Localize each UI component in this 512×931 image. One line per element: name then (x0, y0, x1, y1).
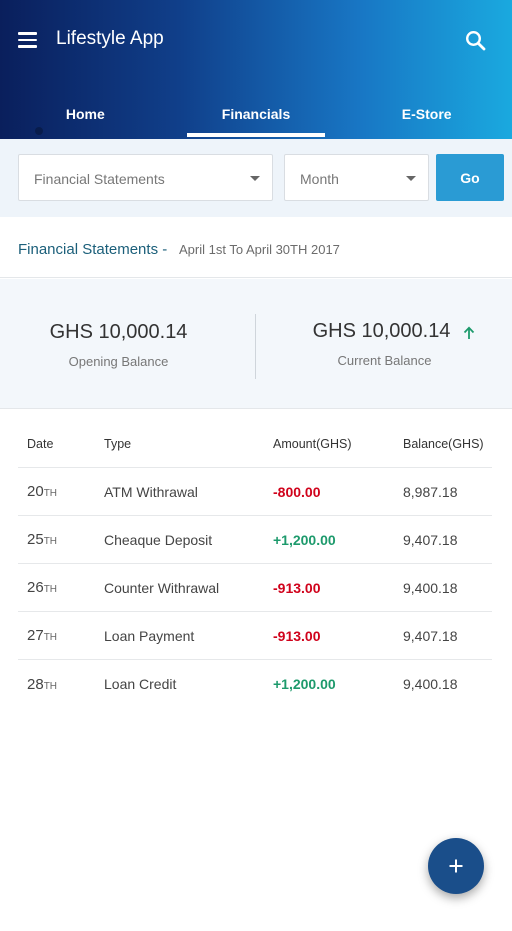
row-balance: 9,407.18 (403, 531, 458, 548)
table-row[interactable]: 20TH ATM Withrawal -800.00 8,987.18 (18, 468, 492, 516)
date-suffix: TH (43, 488, 58, 499)
date-suffix: TH (43, 584, 58, 595)
date-suffix: TH (43, 536, 58, 547)
table-row[interactable]: 25TH Cheaque Deposit +1,200.00 9,407.18 (18, 516, 492, 564)
date-day: 26 (27, 579, 44, 596)
row-date: 26TH (18, 579, 104, 596)
table-row[interactable]: 28TH Loan Credit +1,200.00 9,400.18 (18, 660, 492, 708)
date-day: 27 (27, 627, 44, 644)
date-day: 25 (27, 531, 44, 548)
balance-summary: GHS 10,000.14 Opening Balance GHS 10,000… (0, 279, 512, 409)
tab-estore[interactable]: E-Store (341, 88, 512, 139)
row-amount: +1,200.00 (273, 531, 336, 548)
arrow-up-icon (462, 324, 476, 340)
chevron-down-icon (250, 176, 260, 181)
transactions-table: Date Type Amount(GHS) Balance(GHS) 20TH … (18, 420, 492, 708)
tab-bar: Home Financials E-Store (0, 88, 512, 139)
search-icon[interactable] (462, 27, 490, 55)
add-button[interactable] (428, 838, 484, 894)
row-type: Counter Withrawal (104, 579, 220, 596)
row-date: 27TH (18, 627, 104, 644)
table-row[interactable]: 26TH Counter Withrawal -913.00 9,400.18 (18, 564, 492, 612)
statement-header: Financial Statements - April 1st To Apri… (0, 217, 512, 278)
filter-bar: Financial Statements Month Go (0, 139, 512, 217)
balance-divider (255, 314, 256, 379)
header-type: Type (104, 436, 132, 451)
statement-type-value: Financial Statements (34, 171, 165, 187)
current-balance-label: Current Balance (337, 353, 432, 368)
app-title: Lifestyle App (56, 28, 164, 49)
current-balance-card: GHS 10,000.14 Current Balance (257, 279, 512, 409)
tab-home[interactable]: Home (0, 88, 171, 139)
table-header: Date Type Amount(GHS) Balance(GHS) (18, 420, 492, 468)
date-day: 20 (27, 483, 44, 500)
row-balance: 9,400.18 (403, 579, 458, 596)
month-select[interactable]: Month (284, 154, 429, 201)
go-button[interactable]: Go (436, 154, 504, 201)
row-type: ATM Withrawal (104, 483, 198, 500)
row-amount: -913.00 (273, 627, 321, 644)
ripple-indicator (35, 127, 43, 135)
tab-estore-label: E-Store (401, 105, 452, 122)
current-balance-row: GHS 10,000.14 (313, 320, 477, 343)
tab-financials[interactable]: Financials (171, 88, 342, 139)
row-type: Cheaque Deposit (104, 531, 213, 548)
row-type: Loan Payment (104, 627, 195, 644)
opening-balance-label: Opening Balance (68, 354, 169, 369)
opening-balance-amount: GHS 10,000.14 (49, 321, 188, 343)
statement-date-range: April 1st To April 30TH 2017 (179, 242, 340, 257)
row-date: 20TH (18, 483, 104, 500)
date-suffix: TH (43, 680, 58, 692)
header-date: Date (27, 436, 54, 451)
app-bar: Lifestyle App Home Financials E-Store (0, 0, 512, 139)
row-balance: 9,400.18 (403, 676, 458, 692)
row-amount: -800.00 (273, 483, 321, 500)
chevron-down-icon (406, 176, 416, 181)
row-amount: +1,200.00 (273, 676, 336, 692)
month-value: Month (300, 171, 339, 187)
row-balance: 9,407.18 (403, 627, 458, 644)
row-date: 28TH (18, 676, 104, 693)
date-suffix: TH (43, 632, 58, 643)
row-date: 25TH (18, 531, 104, 548)
current-balance-amount: GHS 10,000.14 (312, 320, 451, 342)
table-row[interactable]: 27TH Loan Payment -913.00 9,407.18 (18, 612, 492, 660)
statement-title: Financial Statements - (18, 241, 168, 258)
menu-icon[interactable] (18, 26, 46, 54)
plus-icon (449, 859, 463, 873)
opening-balance-card: GHS 10,000.14 Opening Balance (0, 279, 237, 409)
statement-type-select[interactable]: Financial Statements (18, 154, 273, 201)
date-day: 28 (27, 675, 44, 693)
header-balance: Balance(GHS) (403, 436, 484, 451)
tab-financials-label: Financials (221, 105, 291, 122)
row-amount: -913.00 (273, 579, 321, 596)
header-amount: Amount(GHS) (273, 436, 352, 451)
row-type: Loan Credit (104, 676, 177, 692)
row-balance: 8,987.18 (403, 483, 458, 500)
tab-home-label: Home (65, 105, 105, 122)
